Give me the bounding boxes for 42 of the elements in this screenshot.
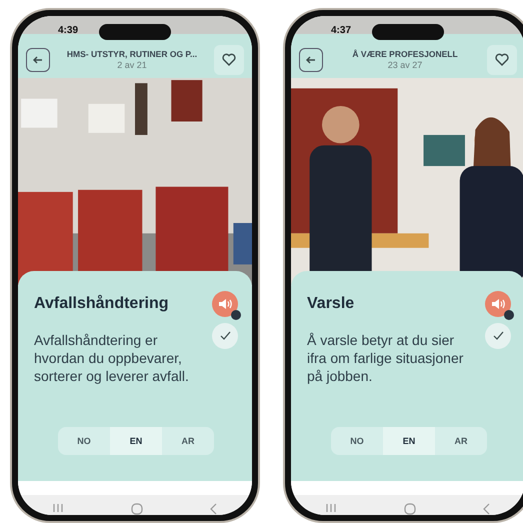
card-heading: Varsle	[307, 294, 354, 313]
back-button[interactable]	[299, 48, 323, 72]
home-icon[interactable]	[404, 503, 416, 515]
camera-notch	[372, 24, 444, 40]
camera-notch	[99, 24, 171, 40]
page-counter: 23 av 27	[388, 60, 422, 70]
back-button[interactable]	[26, 48, 50, 72]
card-heading: Avfallshåndtering	[34, 294, 169, 313]
back-chevron-icon[interactable]	[483, 503, 492, 515]
back-arrow-icon	[32, 54, 44, 66]
recent-apps-icon[interactable]	[324, 503, 337, 513]
language-tab[interactable]: AR	[435, 427, 487, 456]
check-icon	[220, 331, 230, 340]
back-arrow-icon	[305, 54, 317, 66]
status-time: 4:37	[331, 25, 352, 37]
lesson-title: HMS- UTSTYR, RUTINER OG P...	[66, 49, 198, 60]
back-chevron-icon[interactable]	[210, 503, 218, 515]
home-icon[interactable]	[130, 503, 143, 515]
check-icon	[492, 331, 504, 340]
language-tab[interactable]: EN	[383, 427, 435, 456]
heart-icon	[222, 53, 236, 66]
audio-button[interactable]	[212, 290, 238, 317]
speaker-icon	[491, 298, 505, 310]
speaker-icon	[218, 298, 232, 310]
heart-icon	[495, 53, 509, 66]
recent-apps-icon[interactable]	[52, 503, 64, 513]
card-text: Avfallshåndtering er hvordan du oppbevarer, sorterer og leverer avfall.	[34, 330, 190, 385]
language-tab[interactable]: NO	[58, 427, 110, 456]
language-tab[interactable]: EN	[110, 427, 162, 456]
status-time: 4:39	[58, 25, 78, 37]
favorite-button[interactable]	[487, 44, 517, 75]
page-counter: 2 av 21	[117, 60, 147, 70]
language-tab[interactable]: AR	[162, 427, 214, 456]
card-text: Å varsle betyr at du sier ifra om farlige situasjoner på jobben.	[307, 330, 464, 385]
complete-button[interactable]	[485, 322, 511, 349]
favorite-button[interactable]	[214, 44, 244, 75]
dropdown-badge-icon	[231, 310, 241, 320]
dropdown-badge-icon	[504, 310, 514, 320]
complete-button[interactable]	[212, 322, 238, 349]
audio-button[interactable]	[485, 290, 511, 317]
lesson-title: Å VÆRE PROFESJONELL	[352, 49, 458, 60]
language-tab[interactable]: NO	[331, 427, 383, 456]
